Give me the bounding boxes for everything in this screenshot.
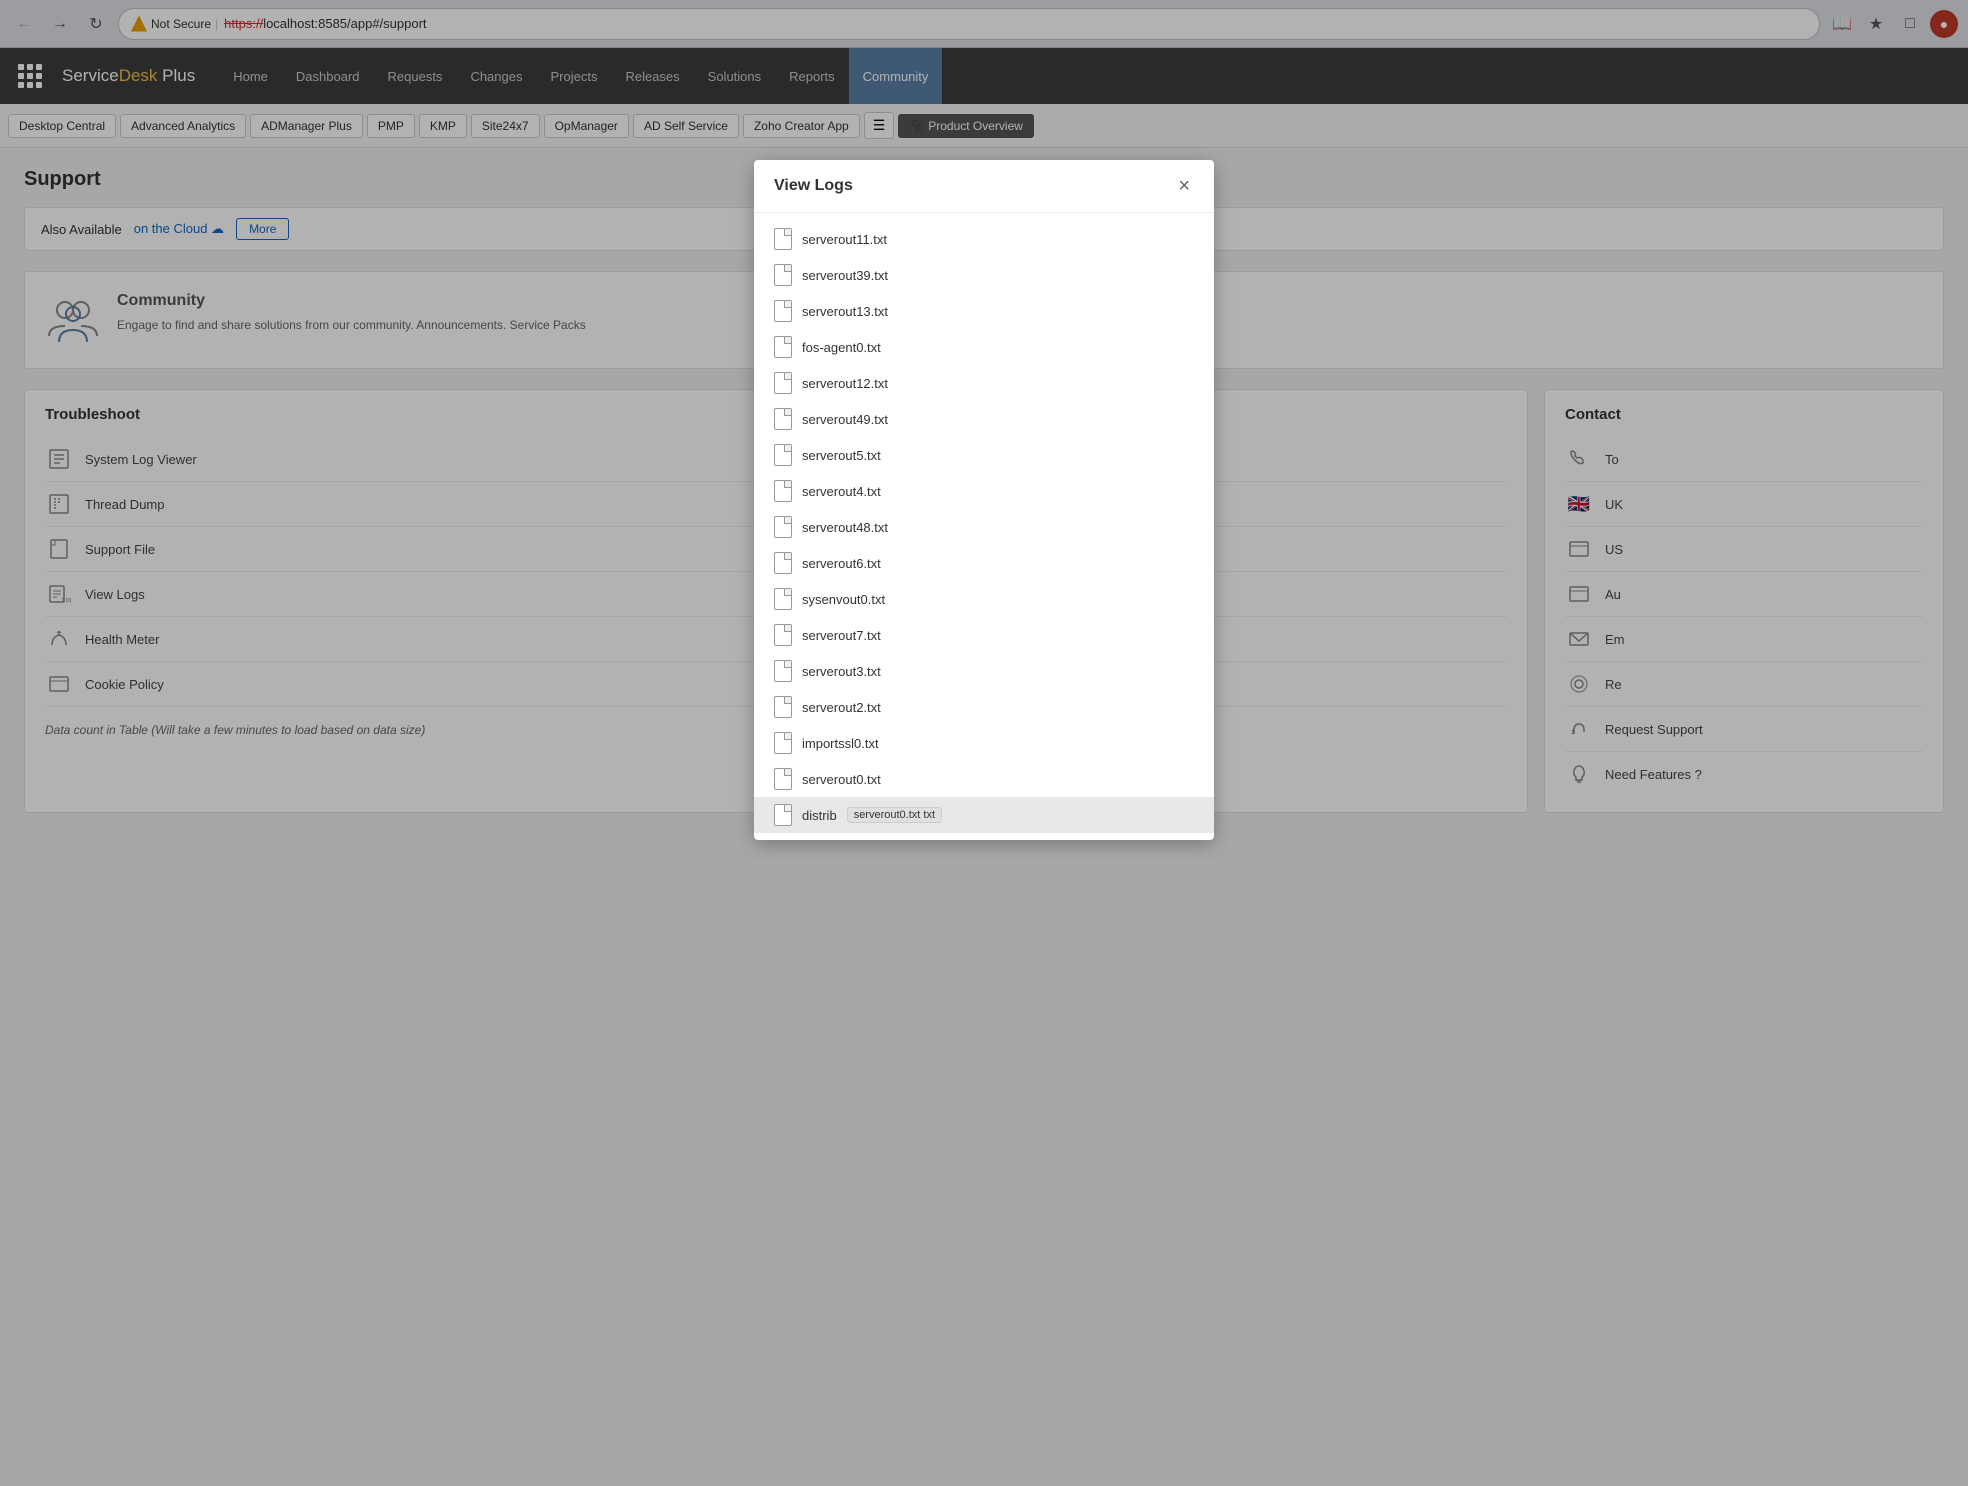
log-filename: serverout7.txt xyxy=(802,628,881,643)
file-icon xyxy=(774,408,792,430)
file-icon xyxy=(774,624,792,646)
log-filename: serverout13.txt xyxy=(802,304,888,319)
modal-header: View Logs × xyxy=(754,160,1214,213)
file-icon xyxy=(774,480,792,502)
modal-close-button[interactable]: × xyxy=(1174,176,1194,196)
log-filename: serverout49.txt xyxy=(802,412,888,427)
log-filename: distrib xyxy=(802,808,837,823)
file-icon xyxy=(774,804,792,826)
modal-title: View Logs xyxy=(774,177,853,195)
log-item[interactable]: serverout7.txt xyxy=(754,617,1214,653)
log-item[interactable]: serverout39.txt xyxy=(754,257,1214,293)
log-item[interactable]: distrib serverout0.txt txt xyxy=(754,797,1214,833)
file-icon xyxy=(774,696,792,718)
log-item[interactable]: sysenvout0.txt xyxy=(754,581,1214,617)
log-item[interactable]: fos-agent0.txt xyxy=(754,329,1214,365)
log-filename: fos-agent0.txt xyxy=(802,340,881,355)
file-icon xyxy=(774,264,792,286)
view-logs-modal: View Logs × serverout11.txt serverout39.t… xyxy=(754,160,1214,840)
log-item[interactable]: serverout0.txt xyxy=(754,761,1214,797)
log-filename: serverout2.txt xyxy=(802,700,881,715)
file-icon xyxy=(774,516,792,538)
log-item[interactable]: serverout5.txt xyxy=(754,437,1214,473)
log-filename: serverout48.txt xyxy=(802,520,888,535)
log-item[interactable]: serverout11.txt xyxy=(754,221,1214,257)
log-item[interactable]: serverout6.txt xyxy=(754,545,1214,581)
log-item[interactable]: serverout49.txt xyxy=(754,401,1214,437)
log-filename: sysenvout0.txt xyxy=(802,592,885,607)
log-item[interactable]: serverout1.txt xyxy=(754,833,1214,840)
file-icon xyxy=(774,372,792,394)
log-filename: serverout0.txt xyxy=(802,772,881,787)
log-item[interactable]: importssl0.txt xyxy=(754,725,1214,761)
log-item[interactable]: serverout48.txt xyxy=(754,509,1214,545)
file-icon xyxy=(774,732,792,754)
log-item[interactable]: serverout13.txt xyxy=(754,293,1214,329)
file-icon xyxy=(774,660,792,682)
file-icon xyxy=(774,588,792,610)
file-icon xyxy=(774,552,792,574)
file-icon xyxy=(774,768,792,790)
file-icon xyxy=(774,444,792,466)
file-icon xyxy=(774,336,792,358)
log-item[interactable]: serverout4.txt xyxy=(754,473,1214,509)
log-filename: serverout12.txt xyxy=(802,376,888,391)
log-item[interactable]: serverout12.txt xyxy=(754,365,1214,401)
log-item[interactable]: serverout2.txt xyxy=(754,689,1214,725)
log-filename: serverout5.txt xyxy=(802,448,881,463)
modal-body: serverout11.txt serverout39.txt serverout1… xyxy=(754,213,1214,840)
modal-overlay[interactable]: View Logs × serverout11.txt serverout39.t… xyxy=(0,0,1968,1486)
log-filename: serverout6.txt xyxy=(802,556,881,571)
file-icon xyxy=(774,228,792,250)
log-filename: importssl0.txt xyxy=(802,736,879,751)
log-filename: serverout3.txt xyxy=(802,664,881,679)
tooltip-badge: serverout0.txt txt xyxy=(847,807,942,823)
log-filename: serverout39.txt xyxy=(802,268,888,283)
log-item[interactable]: serverout3.txt xyxy=(754,653,1214,689)
file-icon xyxy=(774,300,792,322)
log-filename: serverout11.txt xyxy=(802,232,887,247)
log-filename: serverout4.txt xyxy=(802,484,881,499)
